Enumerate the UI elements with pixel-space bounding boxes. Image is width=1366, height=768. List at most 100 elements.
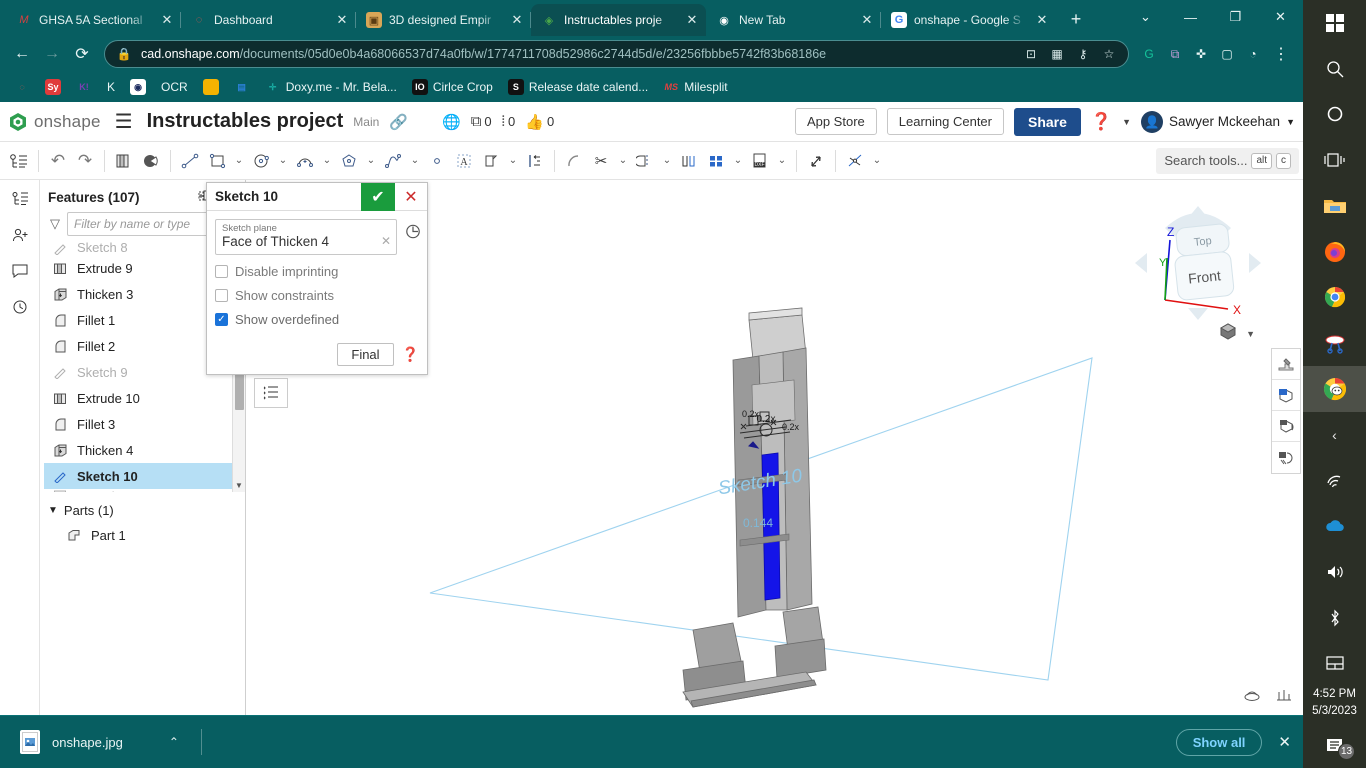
cancel-button[interactable]: ✕ [395, 183, 427, 211]
help-dropdown-caret-icon[interactable]: ▼ [1122, 117, 1131, 127]
copies-count[interactable]: ⧉0 [471, 113, 492, 130]
constraint-dropdown-caret-icon[interactable]: ⌄ [869, 146, 885, 176]
arc-dropdown-caret-icon[interactable]: ⌄ [319, 146, 335, 176]
qr-icon[interactable]: ▦ [1048, 47, 1066, 61]
trim-dropdown-caret-icon[interactable]: ⌄ [615, 146, 631, 176]
download-item[interactable]: onshape.jpg ⌃ [12, 724, 187, 760]
scroll-down-arrow-icon[interactable]: ▼ [233, 479, 245, 492]
feature-item[interactable]: Extrude 10 [44, 385, 245, 411]
tab-close-icon[interactable]: ✕ [859, 12, 875, 28]
extensions-puzzle-icon[interactable]: ✜ [1189, 42, 1213, 66]
fillet-icon[interactable] [561, 146, 587, 176]
feature-item-selected[interactable]: Sketch 10 [44, 463, 245, 489]
bookmark-item[interactable]: IO Cirlce Crop [406, 76, 499, 98]
chrome-active-icon[interactable] [1303, 366, 1366, 412]
parts-header[interactable]: ▼ Parts (1) [48, 498, 245, 522]
bookmark-item[interactable]: ◉ [124, 76, 152, 98]
rectangle-dropdown-caret-icon[interactable]: ⌄ [231, 146, 247, 176]
maximize-button[interactable]: ❐ [1213, 0, 1258, 34]
star-icon[interactable]: ☆ [1100, 47, 1118, 61]
link-icon[interactable]: 🔗 [389, 113, 408, 131]
close-shelf-icon[interactable]: ✕ [1278, 733, 1291, 751]
offset-dropdown-caret-icon[interactable]: ⌄ [505, 146, 521, 176]
likes-count[interactable]: 👍0 [525, 113, 554, 131]
notification-center-icon[interactable]: 13 [1303, 724, 1366, 768]
sketch-copy-icon[interactable] [111, 146, 137, 176]
accept-button[interactable]: ✔ [361, 183, 395, 211]
polygon-icon[interactable] [336, 146, 362, 176]
dxf-icon[interactable]: DXF [747, 146, 773, 176]
chrome-icon[interactable] [1303, 275, 1366, 321]
use-icon[interactable] [676, 146, 702, 176]
filter-icon[interactable]: ▽ [50, 216, 60, 232]
address-bar[interactable]: 🔒 cad.onshape.com/documents/05d0e0b4a680… [104, 40, 1129, 68]
trim-icon[interactable]: ✂ [588, 146, 614, 176]
close-window-button[interactable]: ✕ [1258, 0, 1303, 34]
tab-search-icon[interactable]: ⌄ [1123, 0, 1168, 34]
bookmark-item[interactable]: MS Milesplit [657, 76, 733, 98]
hamburger-icon[interactable]: ☰ [111, 109, 137, 134]
view-cube[interactable]: Top Front X Z Y [1123, 188, 1273, 338]
tab-close-icon[interactable]: ✕ [509, 12, 525, 28]
browser-tab[interactable]: M GHSA 5A Sectional ✕ [6, 4, 181, 36]
bookmark-item[interactable]: ✛ Doxy.me - Mr. Bela... [259, 76, 403, 98]
chevron-down-icon[interactable]: ▼ [48, 505, 58, 516]
rectangle-icon[interactable] [204, 146, 230, 176]
bookmark-item[interactable]: K! [70, 76, 98, 98]
text-icon[interactable]: A [451, 146, 477, 176]
show-hidden-icons[interactable]: ‹ [1303, 412, 1366, 458]
comments-count[interactable]: ⦙0 [502, 113, 516, 130]
firefox-icon[interactable] [1303, 229, 1366, 275]
disable-imprinting-row[interactable]: Disable imprinting [215, 264, 419, 279]
redo-icon[interactable]: ↷ [72, 146, 98, 176]
start-icon[interactable] [1303, 0, 1366, 46]
polygon-dropdown-caret-icon[interactable]: ⌄ [363, 146, 379, 176]
mirror-dropdown-caret-icon[interactable]: ⌄ [659, 146, 675, 176]
point-icon[interactable] [424, 146, 450, 176]
extension-icon[interactable]: ⧉ [1163, 42, 1187, 66]
new-tab-button[interactable]: + [1062, 6, 1090, 34]
bookmark-item[interactable]: ◌ [8, 76, 36, 98]
reload-icon[interactable]: ⟳ [68, 40, 96, 68]
feature-item[interactable]: Thicken 4 [44, 437, 245, 463]
render-icon[interactable] [1272, 349, 1300, 380]
grammarly-extension-icon[interactable]: G [1137, 42, 1161, 66]
onshape-logo[interactable]: onshape [8, 112, 101, 132]
feature-list-icon[interactable] [6, 146, 32, 176]
spline-icon[interactable] [380, 146, 406, 176]
user-menu[interactable]: 👤 Sawyer Mckeehan ▼ [1141, 111, 1295, 133]
dimension-icon[interactable] [522, 146, 548, 176]
final-button[interactable]: Final [337, 343, 393, 366]
tab-close-icon[interactable]: ✕ [684, 12, 700, 28]
feature-tree-toggle-icon[interactable] [11, 188, 29, 210]
bookmark-item[interactable]: S Release date calend... [502, 76, 654, 98]
app-store-button[interactable]: App Store [795, 108, 877, 135]
circle-dropdown-caret-icon[interactable]: ⌄ [275, 146, 291, 176]
back-icon[interactable]: ← [8, 40, 36, 68]
comment-icon[interactable] [11, 260, 29, 282]
profile-avatar-icon[interactable]: ◔ [1241, 42, 1265, 66]
share-button[interactable]: Share [1014, 108, 1081, 136]
task-view-icon[interactable] [1303, 137, 1366, 183]
mirror-icon[interactable] [632, 146, 658, 176]
units-icon[interactable] [1275, 687, 1293, 707]
learning-center-button[interactable]: Learning Center [887, 108, 1004, 135]
view-style-control[interactable]: ▼ [1218, 322, 1255, 345]
feature-list-panel-icon[interactable] [254, 378, 288, 408]
show-constraints-row[interactable]: Show constraints [215, 288, 419, 303]
display-mode-icon[interactable] [1243, 687, 1261, 707]
line-icon[interactable] [177, 146, 203, 176]
onedrive-icon[interactable] [1303, 503, 1366, 549]
transform-icon[interactable] [803, 146, 829, 176]
snip-tool-icon[interactable] [1303, 320, 1366, 366]
bookmark-item[interactable] [197, 76, 225, 98]
browser-tab[interactable]: ◌ Dashboard ✕ [181, 4, 356, 36]
section-view-icon[interactable] [1272, 380, 1300, 411]
cube-icon[interactable] [1218, 322, 1238, 345]
file-explorer-icon[interactable] [1303, 183, 1366, 229]
tab-close-icon[interactable]: ✕ [334, 12, 350, 28]
spline-dropdown-caret-icon[interactable]: ⌄ [407, 146, 423, 176]
view-style-caret-icon[interactable]: ▼ [1246, 329, 1255, 339]
measure-icon[interactable] [1272, 442, 1300, 473]
cast-icon[interactable]: ⊡ [1022, 47, 1040, 61]
